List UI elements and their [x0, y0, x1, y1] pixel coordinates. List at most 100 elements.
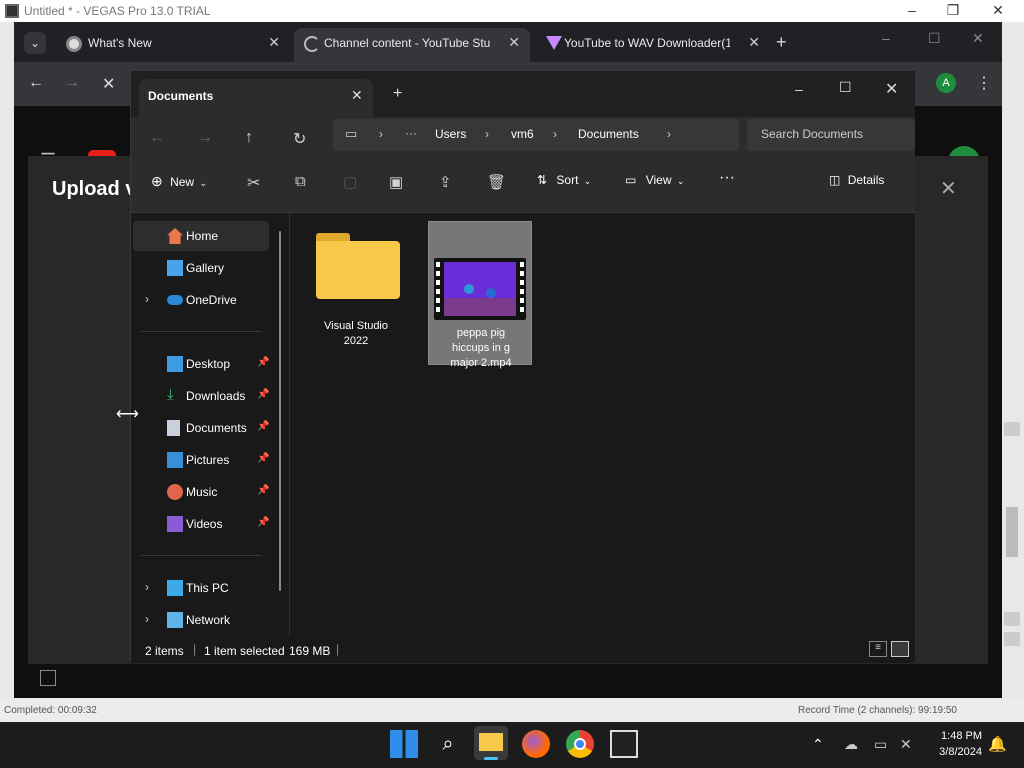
vegas-restore-icon[interactable]: ❐	[943, 2, 963, 19]
explorer-maximize-icon[interactable]: ☐	[839, 79, 852, 96]
forward-arrow-icon[interactable]: →	[197, 129, 213, 147]
pin-icon: 📌	[257, 453, 270, 464]
vegas-title: Untitled * - VEGAS Pro 13.0 TRIAL	[24, 4, 211, 18]
cut-icon[interactable]: ✂	[247, 173, 260, 193]
video-file-icon	[434, 258, 526, 320]
explorer-minimize-icon[interactable]: –	[795, 81, 803, 97]
paste-icon[interactable]: ▢	[343, 173, 357, 191]
copy-icon[interactable]: ⧉	[295, 173, 306, 190]
chevron-up-icon[interactable]: ⌃	[812, 736, 824, 753]
file-item-peppa-video[interactable]: peppa pig hiccups in g major 2.mp4	[428, 221, 532, 369]
explorer-tab-documents[interactable]: Documents ✕	[139, 79, 373, 117]
pin-icon: 📌	[257, 421, 270, 432]
chevron-right-icon: ›	[379, 127, 383, 141]
vegas-taskbar-icon[interactable]	[610, 730, 638, 758]
search-box[interactable]: Search Documents	[747, 119, 915, 151]
view-button[interactable]: ▭ View ⌄	[625, 173, 684, 187]
tab-youtube-to-wav[interactable]: YouTube to WAV Downloader(1 ✕	[534, 28, 770, 62]
vegas-minimize-icon[interactable]: –	[902, 2, 922, 18]
chrome-icon[interactable]	[566, 730, 594, 758]
rename-icon[interactable]: ▣	[389, 173, 403, 191]
file-list-area: Visual Studio 2022 peppa pig hiccups in …	[289, 213, 915, 637]
forward-arrow-icon[interactable]: →	[64, 74, 80, 92]
new-tab-button[interactable]: +	[776, 32, 787, 53]
nav-scrollbar[interactable]	[279, 231, 281, 591]
file-explorer-taskbar-button[interactable]	[474, 726, 508, 760]
nav-videos[interactable]: Videos 📌	[133, 509, 269, 539]
details-button[interactable]: ◫ Details	[829, 173, 884, 187]
volume-muted-icon[interactable]: ✕	[900, 736, 912, 753]
vegas-zoom-in[interactable]	[1004, 612, 1020, 626]
upload-dialog-title: Upload v	[52, 178, 137, 200]
nav-pictures[interactable]: Pictures 📌	[133, 445, 269, 475]
close-tab-icon[interactable]: ✕	[351, 87, 363, 104]
vegas-zoom-out[interactable]	[1004, 632, 1020, 646]
breadcrumb-documents[interactable]: Documents	[578, 127, 639, 141]
notification-bell-icon[interactable]: 🔔	[988, 735, 1007, 753]
refresh-icon[interactable]: ↻	[293, 129, 306, 149]
profile-avatar[interactable]: A	[936, 73, 956, 93]
nav-gallery[interactable]: Gallery	[133, 253, 269, 283]
vegas-scroll-up[interactable]	[1004, 422, 1020, 436]
folder-icon	[479, 733, 503, 751]
nav-label: Documents	[186, 421, 247, 435]
nav-home[interactable]: Home	[133, 221, 269, 251]
music-icon	[167, 484, 183, 500]
nav-network[interactable]: › Network	[133, 605, 269, 635]
ellipsis-icon[interactable]: ···	[405, 126, 417, 140]
chrome-menu-icon[interactable]: ⋮	[976, 73, 992, 93]
cloud-offline-icon[interactable]: ☁	[844, 736, 858, 753]
close-tab-icon[interactable]: ✕	[508, 34, 520, 51]
close-tab-icon[interactable]: ✕	[268, 34, 280, 51]
chrome-close-icon[interactable]: ✕	[972, 30, 984, 47]
breadcrumb-users[interactable]: Users	[435, 127, 466, 141]
chevron-right-icon[interactable]: ›	[145, 580, 149, 594]
nav-label: Music	[186, 485, 218, 499]
feedback-icon[interactable]	[40, 670, 56, 686]
nav-onedrive[interactable]: › OneDrive	[133, 285, 269, 315]
tab-channel-content[interactable]: Channel content - YouTube Stu ✕	[294, 28, 530, 62]
tab-whats-new[interactable]: What's New ✕	[54, 28, 290, 62]
chrome-minimize-icon[interactable]: –	[882, 30, 890, 46]
close-tab-icon[interactable]: ✕	[748, 34, 760, 51]
breadcrumb-vm6[interactable]: vm6	[511, 127, 534, 141]
add-tab-icon[interactable]: +	[393, 85, 402, 103]
computer-icon: ▭	[345, 126, 358, 141]
address-bar[interactable]: ▭ › ··· Users › vm6 › Documents ›	[333, 119, 739, 151]
new-button[interactable]: ⊕ New ⌄	[151, 173, 207, 190]
firefox-icon[interactable]	[522, 730, 550, 758]
tab-search-button[interactable]: ⌄	[24, 32, 46, 54]
folder-item-visual-studio[interactable]: Visual Studio 2022	[306, 223, 406, 353]
large-icons-view-icon[interactable]	[891, 641, 909, 657]
taskbar	[0, 722, 1024, 768]
chevron-down-icon: ⌄	[583, 176, 592, 186]
search-input[interactable]: Search Documents	[761, 127, 863, 141]
nav-this-pc[interactable]: › This PC	[133, 573, 269, 603]
stop-loading-icon[interactable]: ✕	[102, 74, 115, 94]
nav-documents[interactable]: Documents 📌	[133, 413, 269, 443]
nav-music[interactable]: Music 📌	[133, 477, 269, 507]
more-options-icon[interactable]: ···	[719, 169, 735, 187]
upload-close-icon[interactable]: ✕	[940, 176, 957, 201]
share-icon[interactable]: ⇪	[439, 173, 452, 191]
network-status-icon[interactable]: ▭	[874, 736, 887, 753]
vegas-scroll-thumb[interactable]	[1006, 507, 1018, 557]
vegas-close-icon[interactable]: ✕	[988, 2, 1008, 19]
back-arrow-icon[interactable]: ←	[28, 74, 44, 92]
clock[interactable]: 1:48 PM 3/8/2024	[928, 728, 982, 760]
nav-downloads[interactable]: ⤓ Downloads 📌	[133, 381, 269, 411]
back-arrow-icon[interactable]: ←	[149, 129, 165, 147]
nav-desktop[interactable]: Desktop 📌	[133, 349, 269, 379]
start-windows-icon[interactable]	[390, 730, 418, 758]
chevron-right-icon[interactable]: ›	[145, 292, 149, 306]
delete-icon[interactable]: 🗑	[487, 173, 506, 191]
details-view-icon[interactable]: ≡	[869, 641, 887, 657]
chevron-right-icon[interactable]: ›	[145, 612, 149, 626]
up-arrow-icon[interactable]: ↑	[245, 129, 253, 147]
explorer-close-icon[interactable]: ✕	[885, 79, 898, 99]
chrome-maximize-icon[interactable]: ☐	[928, 30, 941, 47]
chevron-right-icon[interactable]: ›	[667, 127, 671, 141]
sort-button[interactable]: ⇅ Sort ⌄	[537, 173, 591, 187]
search-icon[interactable]: ⌕	[434, 730, 462, 758]
chevron-right-icon: ›	[553, 127, 557, 141]
